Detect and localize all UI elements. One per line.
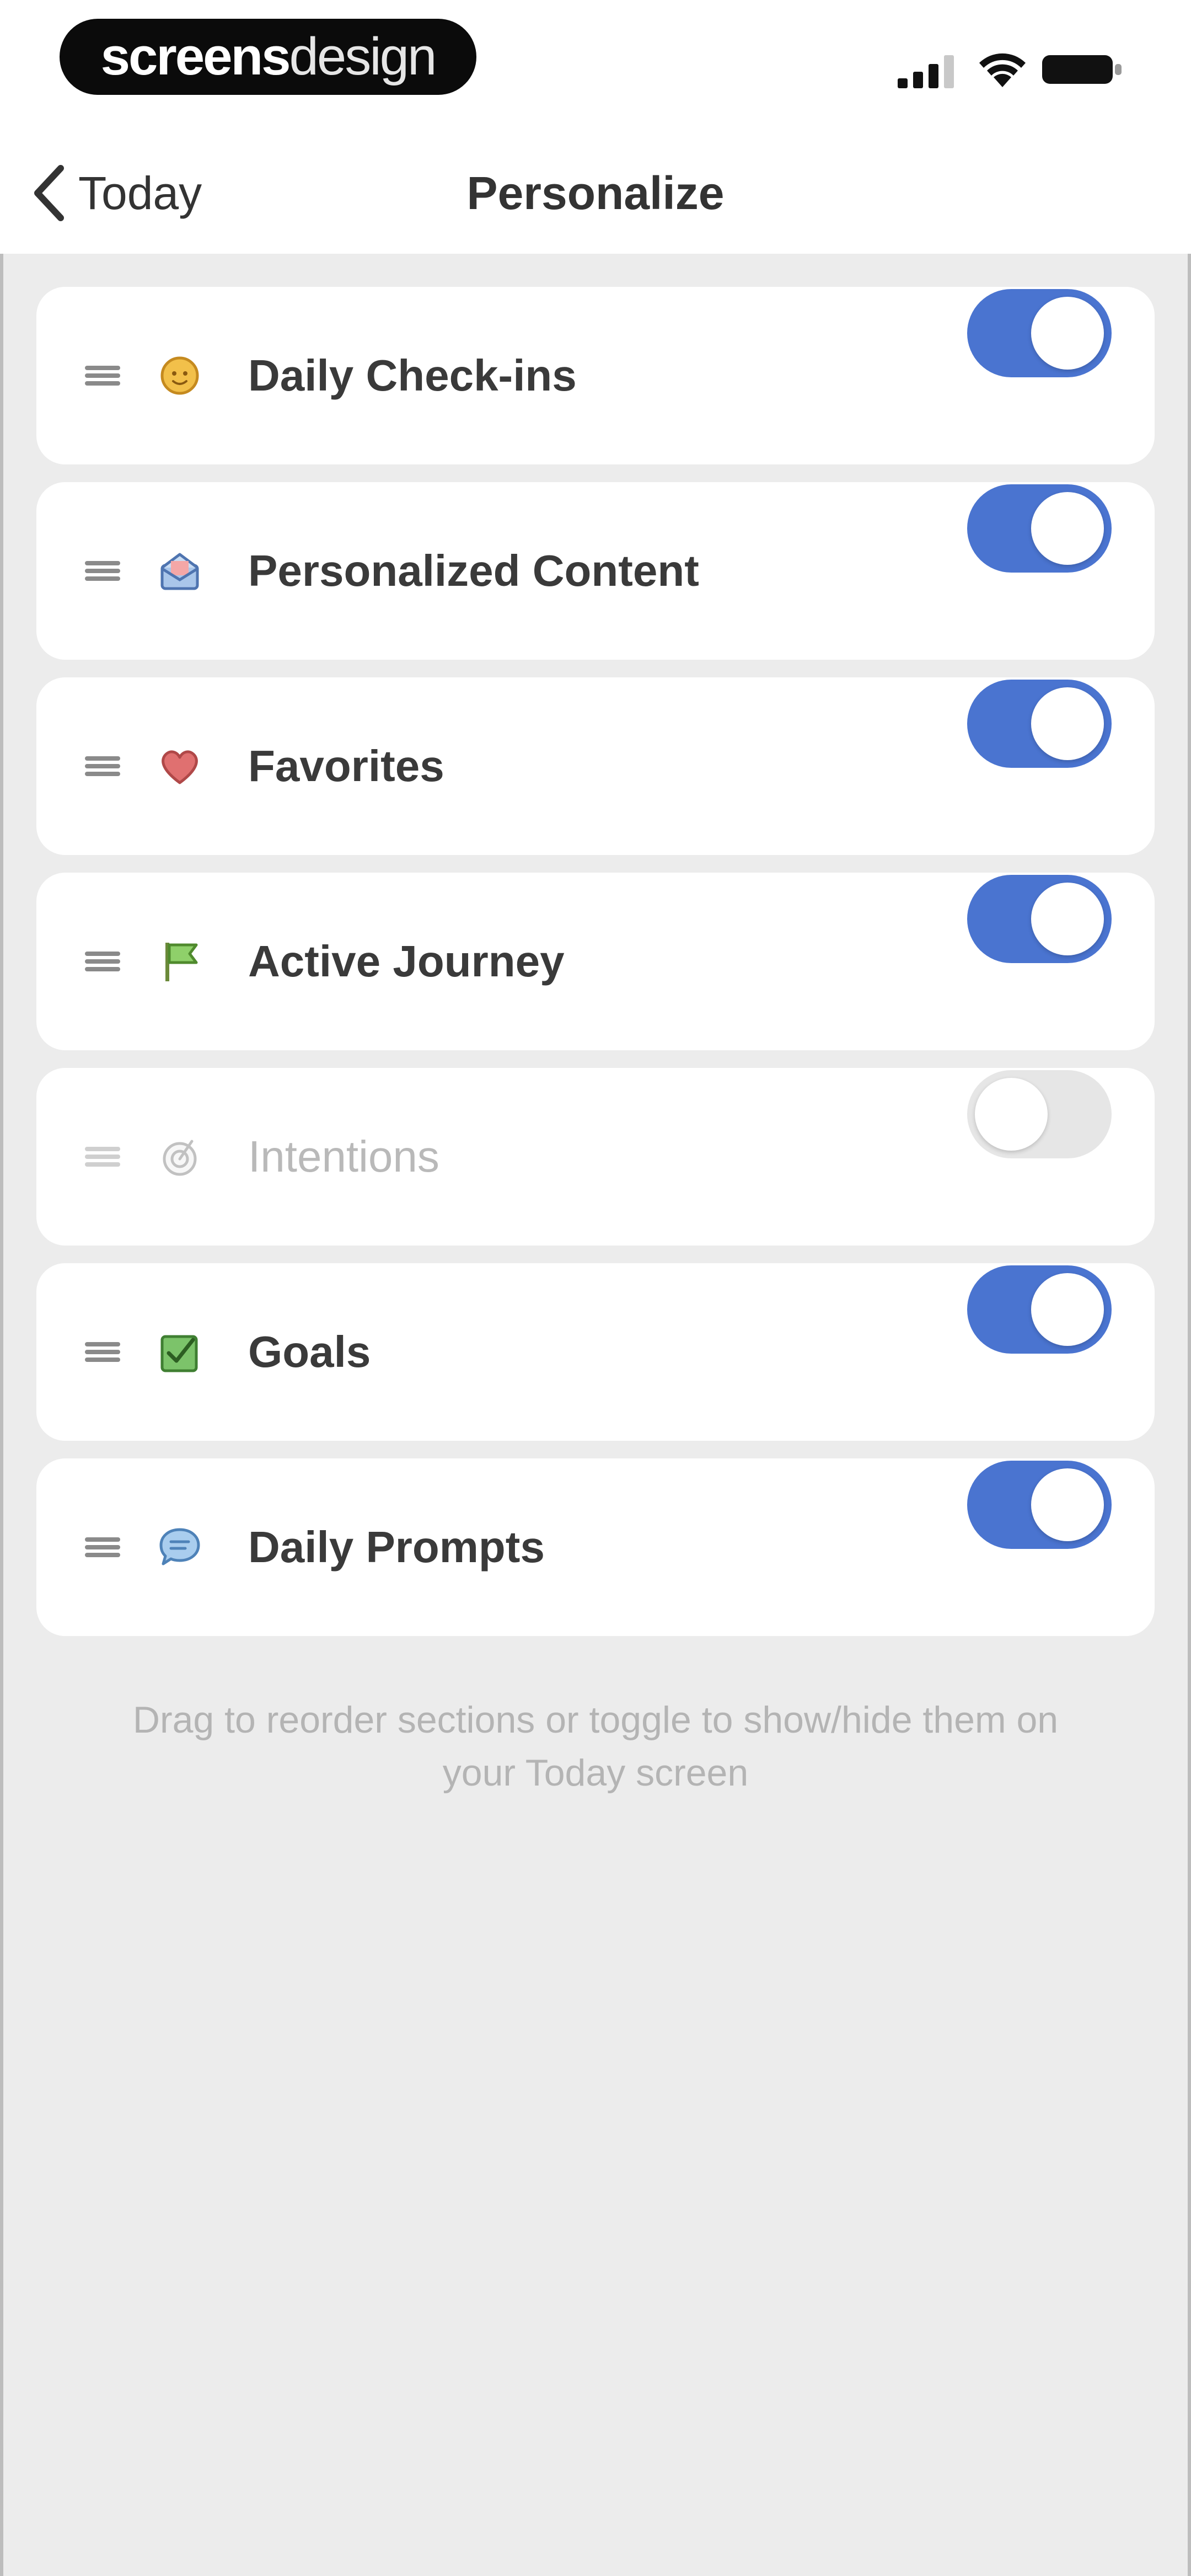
flag-icon <box>165 943 198 981</box>
toggle-knob <box>1031 687 1104 760</box>
drag-handle-icon[interactable] <box>85 561 120 581</box>
navigation-bar: Today Personalize <box>0 138 1191 248</box>
section-label: Daily Prompts <box>248 1522 545 1572</box>
drag-handle-icon[interactable] <box>85 1342 120 1362</box>
toggle-knob <box>1031 1273 1104 1346</box>
status-icons <box>893 44 1125 88</box>
wifi-icon <box>979 53 1026 87</box>
toggle-switch[interactable] <box>967 1461 1112 1549</box>
instructions-text: Drag to reorder sections or toggle to sh… <box>50 1693 1141 1799</box>
battery-icon <box>1042 55 1122 84</box>
heart-icon <box>162 750 198 784</box>
section-row-goals[interactable]: Goals <box>36 1263 1155 1441</box>
toggle-switch[interactable] <box>967 289 1112 377</box>
speech-bubble-icon <box>159 1528 200 1565</box>
drag-handle-icon[interactable] <box>85 1537 120 1557</box>
section-row-daily-check-ins[interactable]: Daily Check-ins <box>36 287 1155 464</box>
section-row-favorites[interactable]: Favorites <box>36 677 1155 855</box>
toggle-switch[interactable] <box>967 484 1112 573</box>
frame-edge-right <box>1188 0 1191 2576</box>
frame-edge-left <box>0 0 3 2576</box>
section-label: Active Journey <box>248 937 565 986</box>
sun-face-icon <box>160 356 199 395</box>
instructions-line-1: Drag to reorder sections or toggle to sh… <box>132 1699 1059 1741</box>
page-title: Personalize <box>466 167 725 219</box>
section-label: Daily Check-ins <box>248 351 577 400</box>
toggle-switch[interactable] <box>967 875 1112 963</box>
section-row-personalized-content[interactable]: Personalized Content <box>36 482 1155 660</box>
sections-list: Daily Check-ins Personalized Content Fav… <box>36 287 1155 1654</box>
drag-handle-icon[interactable] <box>85 366 120 386</box>
toggle-switch[interactable] <box>967 1070 1112 1158</box>
drag-handle-icon[interactable] <box>85 1147 120 1167</box>
section-row-intentions[interactable]: Intentions <box>36 1068 1155 1246</box>
brand-logo-part1: screens <box>100 27 291 86</box>
checkbox-icon <box>160 1335 198 1372</box>
target-icon <box>163 1140 197 1176</box>
section-label: Intentions <box>248 1132 439 1181</box>
toggle-knob <box>975 1078 1048 1151</box>
toggle-switch[interactable] <box>967 680 1112 768</box>
drag-handle-icon[interactable] <box>85 756 120 776</box>
toggle-knob <box>1031 1468 1104 1541</box>
drag-handle-icon[interactable] <box>85 952 120 971</box>
instructions-line-2: your Today screen <box>442 1752 749 1794</box>
toggle-knob <box>1031 883 1104 955</box>
brand-logo-part2: design <box>289 27 437 86</box>
status-bar: screens design <box>0 0 1191 127</box>
section-row-active-journey[interactable]: Active Journey <box>36 873 1155 1050</box>
toggle-knob <box>1031 492 1104 565</box>
toggle-switch[interactable] <box>967 1265 1112 1354</box>
toggle-knob <box>1031 297 1104 370</box>
section-label: Favorites <box>248 741 444 790</box>
section-row-daily-prompts[interactable]: Daily Prompts <box>36 1458 1155 1636</box>
section-label: Personalized Content <box>248 546 699 595</box>
cellular-signal-icon <box>898 55 954 88</box>
brand-logo: screens design <box>60 19 476 95</box>
section-label: Goals <box>248 1327 371 1376</box>
header: screens design Today Personalize <box>0 0 1191 254</box>
mail-envelope-icon <box>160 553 199 590</box>
